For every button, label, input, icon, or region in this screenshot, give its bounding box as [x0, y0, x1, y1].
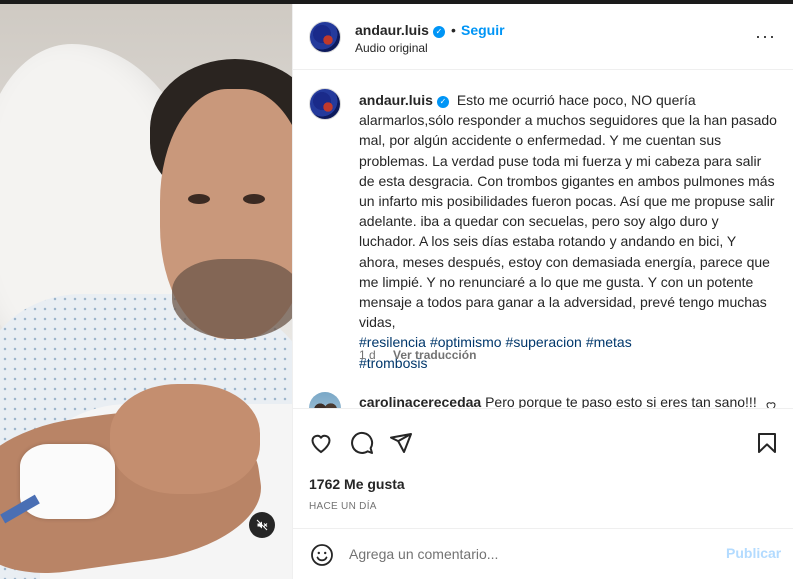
- caption-text: Esto me ocurrió hace poco, NO quería ala…: [359, 92, 777, 331]
- comments-area[interactable]: andaur.luis ✓ Esto me ocurrió hace poco, …: [293, 70, 793, 408]
- caption-username-text[interactable]: andaur.luis: [359, 92, 433, 108]
- iv-bandage: [20, 444, 115, 519]
- author-username[interactable]: andaur.luis ✓: [355, 22, 445, 38]
- author-username-text[interactable]: andaur.luis: [355, 22, 429, 38]
- like-heart-icon[interactable]: [309, 431, 333, 455]
- post-caption: andaur.luis ✓ Esto me ocurrió hace poco, …: [359, 90, 779, 373]
- post-panel: andaur.luis ✓ • Seguir Audio original ···…: [292, 4, 793, 579]
- comment-input[interactable]: [349, 544, 709, 564]
- verified-icon: ✓: [432, 26, 445, 38]
- comment-composer: Publicar: [293, 528, 793, 579]
- like-count[interactable]: 1762 Me gusta: [309, 476, 405, 492]
- more-options-icon[interactable]: ···: [755, 26, 776, 47]
- save-bookmark-icon[interactable]: [755, 431, 779, 455]
- post-video[interactable]: [0, 4, 292, 579]
- post-timestamp[interactable]: HACE UN DÍA: [309, 501, 377, 512]
- post-actions: 1762 Me gusta HACE UN DÍA Publicar: [293, 408, 793, 578]
- caption-meta: 1 d Ver traducción: [359, 348, 476, 362]
- comment-text: carolinacerecedaa Pero porque te paso es…: [359, 394, 757, 408]
- share-paper-plane-icon[interactable]: [389, 431, 413, 455]
- avatar[interactable]: [309, 21, 341, 53]
- comment-body: Pero porque te paso esto si eres tan san…: [485, 394, 757, 408]
- audio-label[interactable]: Audio original: [355, 41, 428, 55]
- comment-bubble-icon[interactable]: [350, 431, 374, 455]
- emoji-icon[interactable]: [310, 543, 334, 567]
- caption-avatar[interactable]: [309, 88, 341, 120]
- hashtag-link[interactable]: #superacion: [506, 334, 582, 350]
- hand: [110, 384, 260, 494]
- commenter-avatar[interactable]: [309, 392, 341, 408]
- comment-item: carolinacerecedaa Pero porque te paso es…: [309, 392, 779, 408]
- comment-like-heart-icon[interactable]: [765, 400, 777, 408]
- follow-button[interactable]: Seguir: [461, 22, 505, 38]
- publish-button[interactable]: Publicar: [726, 545, 781, 561]
- instagram-post-viewer: andaur.luis ✓ • Seguir Audio original ···…: [0, 0, 793, 579]
- mute-button[interactable]: [249, 512, 275, 538]
- speaker-muted-icon: [256, 519, 268, 531]
- post-header: andaur.luis ✓ • Seguir Audio original ···: [293, 4, 793, 70]
- separator-dot: •: [451, 22, 456, 38]
- caption-username[interactable]: andaur.luis ✓: [359, 92, 449, 108]
- post-age[interactable]: 1 d: [359, 348, 376, 362]
- verified-icon: ✓: [436, 96, 449, 108]
- hashtag-link[interactable]: #metas: [586, 334, 632, 350]
- commenter-username[interactable]: carolinacerecedaa: [359, 394, 481, 408]
- see-translation-link[interactable]: Ver traducción: [393, 348, 476, 362]
